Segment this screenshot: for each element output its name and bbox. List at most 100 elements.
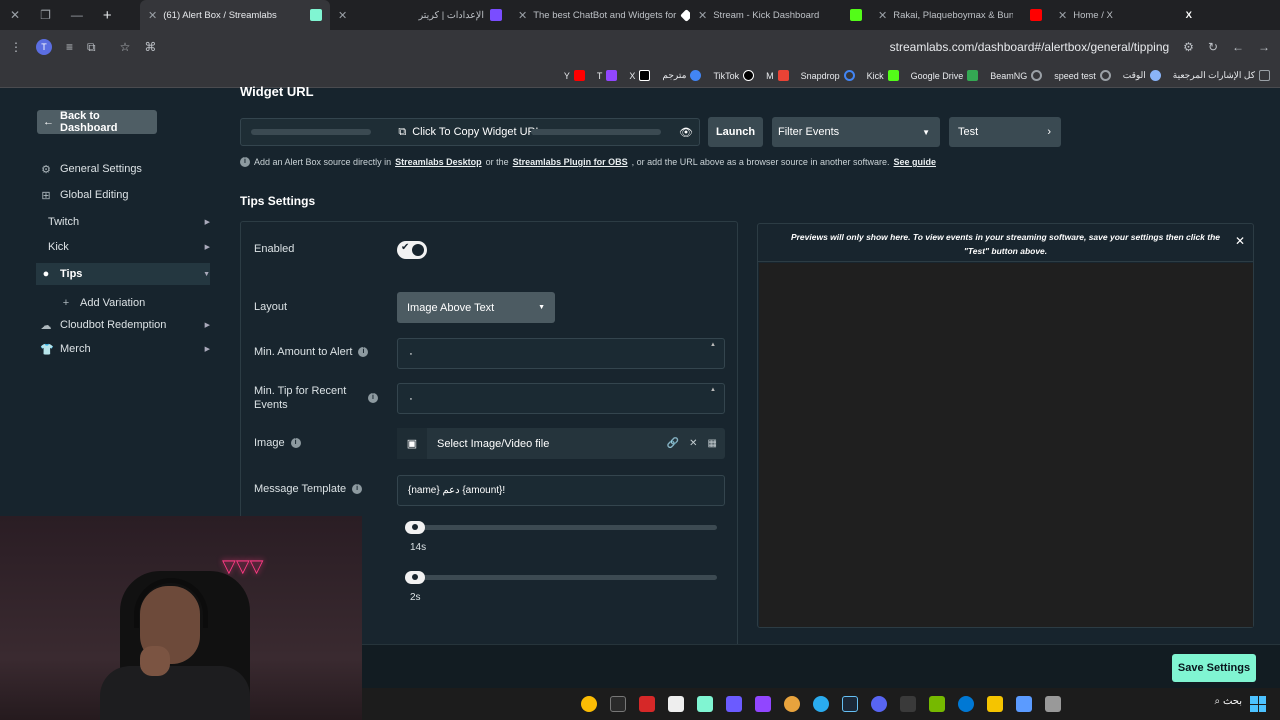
app-icon[interactable]	[784, 696, 800, 712]
tab-kritr[interactable]: ✕ الإعدادات | كريتر	[330, 0, 510, 30]
folder-icon[interactable]	[987, 696, 1003, 712]
see-guide-link[interactable]: See guide	[893, 157, 936, 167]
tab-chatbot[interactable]: ✕ The best ChatBot and Widgets for	[510, 0, 690, 30]
message-template-input[interactable]: {name} دعم {amount}!	[397, 475, 725, 506]
bookmark-tiktok[interactable]: TikTok	[713, 70, 755, 81]
bookmark-snapdrop[interactable]: Snapdrop	[801, 70, 855, 81]
slider-knob[interactable]	[405, 571, 425, 584]
queue-icon[interactable]: ≡	[66, 40, 73, 54]
bookmark-speedtest[interactable]: speed test	[1054, 70, 1111, 81]
gear-icon: ⚙	[41, 163, 51, 176]
bookmark-time[interactable]: الوقت	[1123, 70, 1161, 81]
info-icon[interactable]: i	[358, 347, 369, 357]
epic-games-icon[interactable]	[610, 696, 626, 712]
bookmark-kick[interactable]: Kick	[867, 70, 899, 81]
info-icon[interactable]: i	[290, 438, 301, 448]
close-tab-icon[interactable]: ✕	[148, 9, 157, 22]
app-icon[interactable]	[639, 696, 655, 712]
star-icon[interactable]: ☆	[120, 40, 131, 54]
sidebar-item-global-editing[interactable]: ⊞ Global Editing	[40, 184, 210, 206]
streamlabs-icon[interactable]	[697, 696, 713, 712]
tab-x[interactable]: ✕ Home / X X	[1050, 0, 1200, 30]
maximize-window-icon[interactable]: ❐	[40, 8, 51, 22]
minimize-window-icon[interactable]: —	[71, 8, 83, 22]
streamlabs-desktop-link[interactable]: Streamlabs Desktop	[395, 157, 482, 167]
launch-button[interactable]: Launch	[708, 117, 763, 147]
info-icon[interactable]: i	[368, 393, 378, 403]
bookmark-all[interactable]: كل الإشارات المرجعية	[1173, 70, 1270, 81]
app-icon[interactable]	[755, 696, 771, 712]
close-window-icon[interactable]: ✕	[10, 8, 20, 22]
bookmark-twitch[interactable]: T	[597, 70, 618, 81]
bookmark-youtube[interactable]: Y	[564, 70, 585, 81]
spinner-up-icon[interactable]: ▲	[710, 342, 716, 348]
sidebar-item-add-variation[interactable]: + Add Variation	[60, 292, 210, 314]
url-input[interactable]: streamlabs.com/dashboard#/alertbox/gener…	[890, 40, 1170, 54]
layout-select[interactable]: Image Above Text ▼	[397, 292, 555, 323]
widget-url-copy-field[interactable]: ⧉ Click To Copy Widget URL 👁	[240, 118, 700, 146]
menu-dots-icon[interactable]: ⋮	[10, 40, 22, 54]
link-icon[interactable]: 🔗	[667, 438, 679, 449]
info-icon[interactable]: i	[352, 484, 363, 494]
min-recent-input[interactable]: ٠ ▲	[397, 383, 725, 414]
store-icon[interactable]	[900, 696, 916, 712]
sidebar-item-tips[interactable]: ● Tips ▼	[36, 263, 210, 285]
sidebar-item-general-settings[interactable]: ⚙ General Settings	[40, 158, 210, 180]
translate-icon[interactable]: ⌘	[144, 40, 156, 54]
close-icon[interactable]: ✕	[689, 438, 697, 449]
bookmark-gmail[interactable]: M	[766, 70, 789, 81]
app-icon[interactable]	[1016, 696, 1032, 712]
tab-streamlabs[interactable]: ✕ (61) Alert Box / Streamlabs	[140, 0, 330, 30]
sidebar-item-twitch[interactable]: Twitch ▶	[40, 211, 210, 233]
file-icon[interactable]	[668, 696, 684, 712]
discord-icon[interactable]	[871, 696, 887, 712]
new-tab-icon[interactable]: +	[103, 7, 112, 24]
close-icon[interactable]: ✕	[1235, 234, 1245, 248]
bookmark-beamng[interactable]: BeamNG	[990, 70, 1043, 81]
check-icon: ✔	[401, 242, 410, 253]
site-settings-icon[interactable]: ⚙	[1183, 40, 1194, 54]
sidebar-item-cloudbot-redemption[interactable]: ☁ Cloudbot Redemption ▶	[40, 314, 211, 336]
save-settings-button[interactable]: Save Settings	[1172, 654, 1256, 682]
close-tab-icon[interactable]: ✕	[878, 9, 887, 22]
tab-kick-dashboard[interactable]: ✕ Stream - Kick Dashboard	[690, 0, 870, 30]
alert-duration-slider[interactable]	[405, 521, 717, 534]
chrome-icon[interactable]	[581, 696, 597, 712]
app-icon[interactable]	[1045, 696, 1061, 712]
image-picker[interactable]: ▣ Select Image/Video file 🔗 ✕ ▦	[397, 428, 725, 459]
search-icon: ⌕	[1214, 696, 1223, 707]
back-icon[interactable]: →	[1258, 40, 1270, 54]
reload-icon[interactable]: ↻	[1208, 40, 1218, 54]
bookmark-google-drive[interactable]: Google Drive	[911, 70, 979, 81]
text-delay-slider[interactable]	[405, 571, 717, 584]
close-tab-icon[interactable]: ✕	[338, 9, 347, 22]
forward-icon[interactable]: ←	[1232, 40, 1244, 54]
back-to-dashboard-button[interactable]: ← Back to Dashboard	[37, 110, 157, 134]
telegram-icon[interactable]	[813, 696, 829, 712]
close-tab-icon[interactable]: ✕	[1058, 9, 1067, 22]
windows-start-icon[interactable]	[1250, 696, 1266, 712]
steam-icon[interactable]	[842, 696, 858, 712]
filter-events-dropdown[interactable]: Filter Events ▼	[772, 117, 940, 147]
sidebar-item-merch[interactable]: 👕 Merch ▶	[40, 338, 210, 360]
streamlabs-plugin-link[interactable]: Streamlabs Plugin for OBS	[513, 157, 628, 167]
nvidia-icon[interactable]	[929, 696, 945, 712]
close-tab-icon[interactable]: ✕	[518, 9, 527, 22]
min-amount-input[interactable]: ٠ ▲	[397, 338, 725, 369]
test-button[interactable]: Test ›	[949, 117, 1061, 147]
enabled-toggle[interactable]: ✔	[397, 241, 427, 259]
profile-avatar[interactable]: T	[36, 39, 52, 55]
slider-knob[interactable]	[405, 521, 425, 534]
grid-icon[interactable]: ▦	[708, 438, 717, 449]
taskbar-search[interactable]: ⌕ بحث	[1215, 696, 1242, 707]
spinner-up-icon[interactable]: ▲	[710, 387, 716, 393]
tab-youtube[interactable]: ✕ Rakai, Plaqueboymax & Bunnu	[870, 0, 1050, 30]
sidebar-item-kick[interactable]: Kick ▶	[40, 236, 210, 258]
eye-icon[interactable]: 👁	[679, 126, 693, 139]
edge-icon[interactable]	[958, 696, 974, 712]
close-tab-icon[interactable]: ✕	[698, 9, 707, 22]
extensions-icon[interactable]: ⧉	[87, 40, 96, 55]
app-grid-icon[interactable]	[726, 696, 742, 712]
bookmark-translate[interactable]: مترجم	[662, 70, 702, 81]
bookmark-x[interactable]: X	[629, 70, 651, 81]
